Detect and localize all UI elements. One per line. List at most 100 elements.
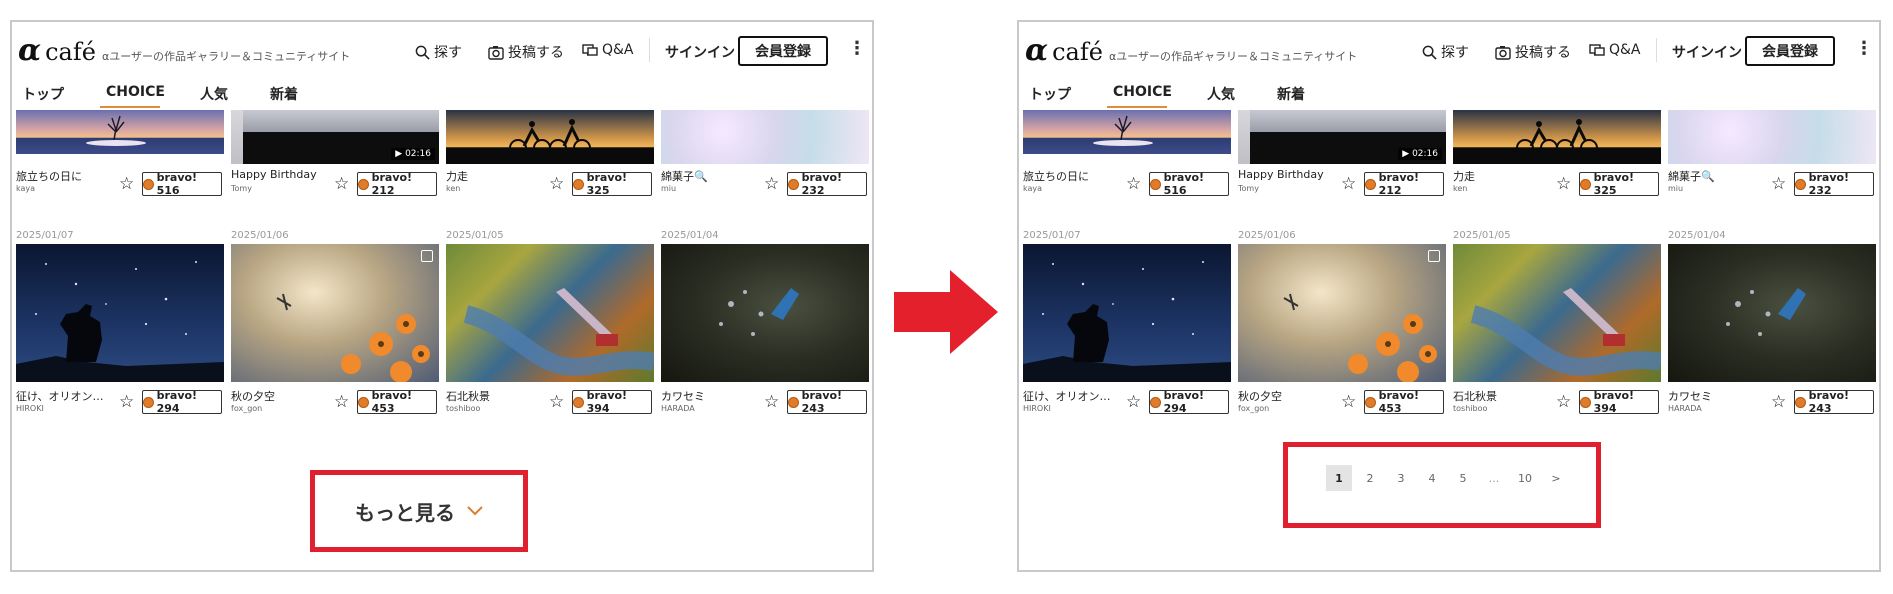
tab-choice[interactable]: CHOICE xyxy=(1113,84,1172,100)
card-author[interactable]: ken xyxy=(1453,184,1467,193)
register-button[interactable]: 会員登録 xyxy=(738,36,828,66)
star-icon[interactable]: ☆ xyxy=(334,176,349,193)
star-icon[interactable]: ☆ xyxy=(1126,394,1141,411)
card-author[interactable]: HARADA xyxy=(661,404,695,413)
signin-link[interactable]: サインイン xyxy=(1672,42,1742,62)
card-title[interactable]: 力走 xyxy=(446,168,468,184)
star-icon[interactable]: ☆ xyxy=(764,176,779,193)
star-icon[interactable]: ☆ xyxy=(1556,176,1571,193)
card-thumbnail[interactable] xyxy=(1023,110,1231,154)
card-title[interactable]: 綿菓子🔍 xyxy=(1668,168,1715,184)
star-icon[interactable]: ☆ xyxy=(119,176,134,193)
card-author[interactable]: HIROKI xyxy=(16,404,44,413)
page-4[interactable]: 4 xyxy=(1419,465,1445,491)
card-author[interactable]: fox_gon xyxy=(1238,404,1269,413)
star-icon[interactable]: ☆ xyxy=(1341,176,1356,193)
more-menu-icon[interactable]: ⋮ xyxy=(848,40,866,58)
load-more-button[interactable]: もっと見る xyxy=(355,497,483,526)
star-icon[interactable]: ☆ xyxy=(1126,176,1141,193)
card-thumbnail[interactable] xyxy=(1023,244,1231,382)
card-author[interactable]: kaya xyxy=(1023,184,1042,193)
card-author[interactable]: Tomy xyxy=(231,184,252,193)
card-thumbnail[interactable] xyxy=(1668,110,1876,164)
card-author[interactable]: miu xyxy=(661,184,676,193)
tab-popular[interactable]: 人気 xyxy=(200,84,228,104)
card-thumbnail[interactable] xyxy=(661,244,869,382)
card-thumbnail[interactable]: ▶ 02:16 xyxy=(1238,110,1446,164)
bravo-button[interactable]: bravo! 294 xyxy=(142,389,222,415)
card-title[interactable]: Happy Birthday xyxy=(231,168,317,181)
star-icon[interactable]: ☆ xyxy=(1556,394,1571,411)
page-3[interactable]: 3 xyxy=(1388,465,1414,491)
post-link[interactable]: 投稿する xyxy=(1495,42,1571,62)
bravo-button[interactable]: bravo! 516 xyxy=(1149,171,1229,197)
more-menu-icon[interactable]: ⋮ xyxy=(1855,40,1873,58)
card-thumbnail[interactable] xyxy=(446,244,654,382)
card-author[interactable]: kaya xyxy=(16,184,35,193)
search-link[interactable]: 探す xyxy=(415,42,462,62)
bravo-button[interactable]: bravo! 243 xyxy=(787,389,867,415)
site-logo[interactable]: α café αユーザーの作品ギャラリー＆コミュニティサイト xyxy=(18,36,350,67)
tab-top[interactable]: トップ xyxy=(1029,84,1071,104)
card-thumbnail[interactable] xyxy=(16,110,224,154)
bravo-button[interactable]: bravo! 516 xyxy=(142,171,222,197)
bravo-button[interactable]: bravo! 453 xyxy=(357,389,437,415)
card-author[interactable]: fox_gon xyxy=(231,404,262,413)
card-title[interactable]: Happy Birthday xyxy=(1238,168,1324,181)
card-author[interactable]: Tomy xyxy=(1238,184,1259,193)
bravo-button[interactable]: bravo! 243 xyxy=(1794,389,1874,415)
card-title[interactable]: 石北秋景 xyxy=(446,388,490,404)
bravo-button[interactable]: bravo! 394 xyxy=(1579,389,1659,415)
page-10[interactable]: 10 xyxy=(1512,465,1538,491)
card-title[interactable]: 秋の夕空 xyxy=(231,388,275,404)
card-title[interactable]: 綿菓子🔍 xyxy=(661,168,708,184)
card-title[interactable]: 旅立ちの日に xyxy=(1023,168,1089,184)
card-thumbnail[interactable] xyxy=(661,110,869,164)
card-thumbnail[interactable] xyxy=(231,244,439,382)
card-thumbnail[interactable] xyxy=(1238,244,1446,382)
tab-choice[interactable]: CHOICE xyxy=(106,84,165,100)
page-1[interactable]: 1 xyxy=(1326,465,1352,491)
card-title[interactable]: 石北秋景 xyxy=(1453,388,1497,404)
star-icon[interactable]: ☆ xyxy=(764,394,779,411)
card-author[interactable]: HIROKI xyxy=(1023,404,1051,413)
post-link[interactable]: 投稿する xyxy=(488,42,564,62)
bravo-button[interactable]: bravo! 232 xyxy=(787,171,867,197)
card-title[interactable]: 征け、オリオン… xyxy=(16,388,103,404)
qa-link[interactable]: Q&A xyxy=(582,42,634,58)
card-thumbnail[interactable] xyxy=(1453,110,1661,164)
star-icon[interactable]: ☆ xyxy=(1341,394,1356,411)
qa-link[interactable]: Q&A xyxy=(1589,42,1641,58)
register-button[interactable]: 会員登録 xyxy=(1745,36,1835,66)
card-author[interactable]: toshiboo xyxy=(1453,404,1487,413)
card-thumbnail[interactable]: ▶ 02:16 xyxy=(231,110,439,164)
bravo-button[interactable]: bravo! 325 xyxy=(1579,171,1659,197)
tab-popular[interactable]: 人気 xyxy=(1207,84,1235,104)
card-author[interactable]: toshiboo xyxy=(446,404,480,413)
card-author[interactable]: miu xyxy=(1668,184,1683,193)
star-icon[interactable]: ☆ xyxy=(119,394,134,411)
bravo-button[interactable]: bravo! 232 xyxy=(1794,171,1874,197)
bravo-button[interactable]: bravo! 212 xyxy=(357,171,437,197)
star-icon[interactable]: ☆ xyxy=(549,394,564,411)
card-title[interactable]: 力走 xyxy=(1453,168,1475,184)
signin-link[interactable]: サインイン xyxy=(665,42,735,62)
star-icon[interactable]: ☆ xyxy=(549,176,564,193)
bravo-button[interactable]: bravo! 453 xyxy=(1364,389,1444,415)
bravo-button[interactable]: bravo! 325 xyxy=(572,171,652,197)
bravo-button[interactable]: bravo! 212 xyxy=(1364,171,1444,197)
site-logo[interactable]: α café αユーザーの作品ギャラリー＆コミュニティサイト xyxy=(1025,36,1357,67)
page-2[interactable]: 2 xyxy=(1357,465,1383,491)
next-page-icon[interactable]: > xyxy=(1543,465,1569,491)
card-title[interactable]: 旅立ちの日に xyxy=(16,168,82,184)
tab-top[interactable]: トップ xyxy=(22,84,64,104)
tab-new[interactable]: 新着 xyxy=(270,84,298,104)
card-thumbnail[interactable] xyxy=(1453,244,1661,382)
star-icon[interactable]: ☆ xyxy=(1771,394,1786,411)
card-thumbnail[interactable] xyxy=(1668,244,1876,382)
star-icon[interactable]: ☆ xyxy=(1771,176,1786,193)
bravo-button[interactable]: bravo! 394 xyxy=(572,389,652,415)
star-icon[interactable]: ☆ xyxy=(334,394,349,411)
card-thumbnail[interactable] xyxy=(16,244,224,382)
card-title[interactable]: カワセミ xyxy=(1668,388,1712,404)
